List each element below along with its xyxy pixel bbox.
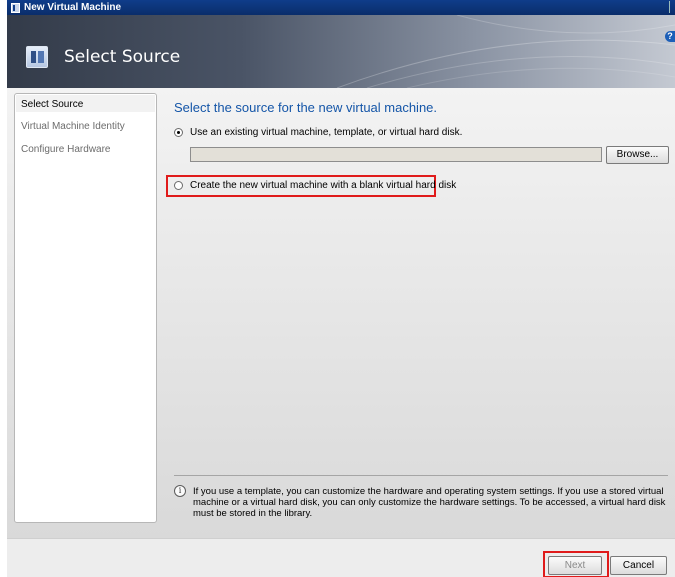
nav-item-select-source[interactable]: Select Source [21,99,83,110]
wizard-body: Select Source Virtual Machine Identity C… [7,88,675,538]
next-button[interactable]: Next [548,556,602,575]
nav-item-configure-hardware[interactable]: Configure Hardware [21,144,111,155]
existing-source-radio[interactable] [174,128,183,137]
cancel-button[interactable]: Cancel [610,556,667,575]
existing-source-label[interactable]: Use an existing virtual machine, templat… [190,127,462,138]
select-source-icon [26,46,48,68]
window-titlebar: New Virtual Machine [7,0,675,15]
blank-disk-label[interactable]: Create the new virtual machine with a bl… [190,180,456,191]
browse-button[interactable]: Browse... [606,146,669,164]
wizard-header: Select Source ? [7,15,675,88]
nav-item-virtual-machine-identity[interactable]: Virtual Machine Identity [21,121,125,132]
wizard-steps-nav: Select Source Virtual Machine Identity C… [14,93,157,523]
info-message: If you use a template, you can customize… [193,486,666,519]
blank-disk-radio[interactable] [174,181,183,190]
titlebar-edge [669,1,673,13]
section-heading: Select the source for the new virtual ma… [174,100,438,115]
info-icon: i [174,485,186,497]
page-title: Select Source [64,47,181,67]
source-path-field[interactable] [190,147,602,162]
info-divider [174,475,668,476]
virtual-machine-app-icon [11,2,20,13]
wizard-footer: Next Cancel [7,538,675,577]
window-title: New Virtual Machine [24,2,122,13]
help-icon[interactable]: ? [665,31,675,42]
